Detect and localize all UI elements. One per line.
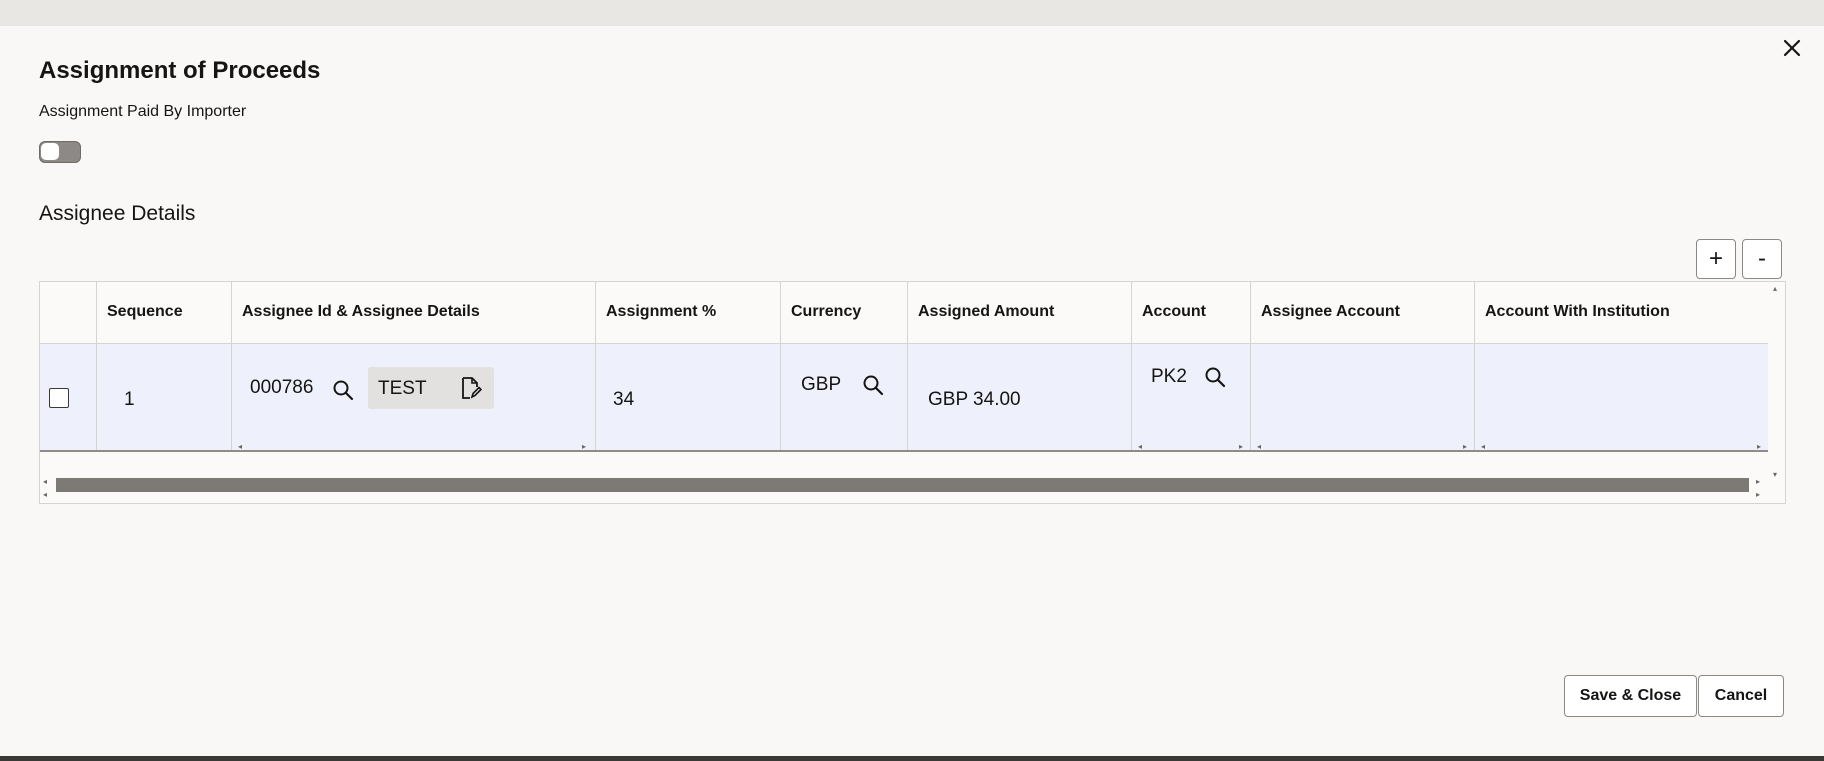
header-assignee-account[interactable]: Assignee Account [1251, 282, 1475, 344]
assignee-id-value: 000786 [250, 377, 314, 398]
remove-row-button[interactable]: - [1742, 239, 1782, 279]
horizontal-scroll-thumb[interactable] [56, 478, 1749, 492]
close-icon[interactable] [1777, 33, 1807, 63]
bottom-border [0, 756, 1824, 761]
edit-document-icon[interactable] [460, 376, 482, 400]
account-input[interactable]: PK2 [1151, 366, 1188, 392]
assignee-details-pill[interactable]: TEST [368, 367, 494, 409]
scroll-up-arrow-icon[interactable]: ▴ [1773, 284, 1777, 293]
assignee-details-value: TEST [378, 378, 427, 399]
vertical-scrollbar[interactable]: ▴ ▾ [1768, 282, 1785, 479]
row-select-cell [40, 344, 97, 451]
assignment-paid-by-importer-label: Assignment Paid By Importer [39, 103, 247, 120]
header-account-with-institution[interactable]: Account With Institution [1475, 282, 1768, 344]
assignment-pct-cell[interactable]: 34 [596, 344, 781, 451]
assignee-id-cell: 000786 TEST ◂ ▸ [232, 344, 596, 451]
currency-value[interactable]: GBP [801, 374, 841, 396]
header-assignee-account-label: Assignee Account [1261, 303, 1400, 320]
header-assigned-amount-label: Assigned Amount [918, 303, 1055, 320]
row-divider [40, 450, 1768, 452]
add-row-button[interactable]: + [1696, 239, 1736, 279]
header-assignee-id-label: Assignee Id & Assignee Details [242, 303, 480, 320]
assigned-amount-value: GBP 34.00 [928, 389, 1021, 410]
save-close-button[interactable]: Save & Close [1564, 675, 1697, 717]
header-account-label: Account [1142, 303, 1206, 320]
sequence-cell: 1 [97, 344, 232, 451]
header-account-with-institution-label: Account With Institution [1485, 303, 1670, 320]
sequence-value: 1 [124, 389, 135, 410]
scroll-left-arrow-icon[interactable]: ◂ [43, 477, 47, 486]
assignee-details-table: Sequence Assignee Id & Assignee Details … [39, 281, 1786, 504]
assignment-pct-value: 34 [613, 389, 635, 410]
header-assignment-pct-label: Assignment % [606, 303, 717, 320]
scroll-right-arrow-icon[interactable]: ▸ [1756, 490, 1760, 499]
assignment-paid-by-importer-toggle[interactable] [39, 141, 81, 163]
toggle-knob [41, 143, 59, 160]
search-icon[interactable] [1203, 365, 1227, 389]
header-assignee-id[interactable]: Assignee Id & Assignee Details [232, 282, 596, 344]
cancel-button[interactable]: Cancel [1698, 675, 1784, 717]
account-with-institution-cell[interactable]: ◂ ▸ [1475, 344, 1768, 451]
account-cell: PK2 ◂ ▸ [1132, 344, 1251, 451]
background-strip [0, 0, 1824, 26]
search-icon[interactable] [861, 373, 885, 397]
header-assignment-pct[interactable]: Assignment % [596, 282, 781, 344]
scroll-right-arrow-icon[interactable]: ▸ [1756, 477, 1760, 486]
header-currency[interactable]: Currency [781, 282, 908, 344]
row-checkbox[interactable] [49, 388, 69, 408]
assignee-id-input[interactable]: 000786 [250, 377, 316, 403]
assignee-details-heading: Assignee Details [39, 202, 196, 225]
scroll-left-arrow-icon[interactable]: ◂ [43, 490, 47, 499]
header-sequence-label: Sequence [107, 303, 183, 320]
header-assigned-amount[interactable]: Assigned Amount [908, 282, 1132, 344]
header-sequence[interactable]: Sequence [97, 282, 232, 344]
assigned-amount-cell: GBP 34.00 [908, 344, 1132, 451]
currency-cell: GBP [781, 344, 908, 451]
horizontal-scrollbar[interactable]: ◂ ▸ ◂ ▸ [40, 470, 1785, 502]
dialog-title: Assignment of Proceeds [39, 57, 321, 84]
assignee-account-cell[interactable]: ◂ ▸ [1251, 344, 1475, 451]
account-value: PK2 [1151, 366, 1187, 387]
header-account[interactable]: Account [1132, 282, 1251, 344]
search-icon[interactable] [331, 378, 355, 402]
header-currency-label: Currency [791, 303, 862, 320]
select-all-header [40, 282, 97, 344]
